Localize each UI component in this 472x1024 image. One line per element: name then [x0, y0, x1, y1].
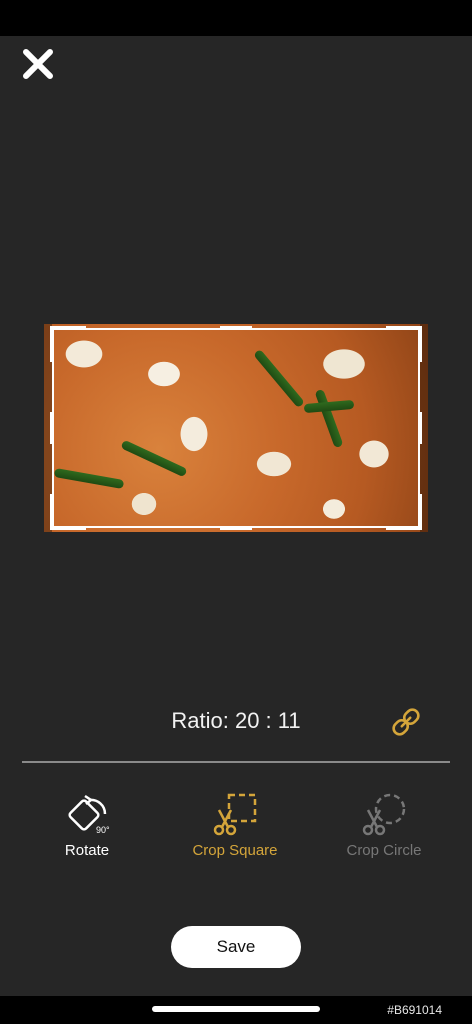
crop-circle-tool[interactable]: Crop Circle: [319, 792, 449, 859]
crop-handle-bottom[interactable]: [220, 526, 252, 530]
scissors-square-icon: [213, 793, 257, 836]
crop-handle-left[interactable]: [50, 412, 54, 444]
crop-stage: [44, 324, 428, 532]
crop-handle-bottom-right[interactable]: [386, 526, 422, 530]
crop-handle-top[interactable]: [220, 326, 252, 330]
rotate-badge: 90°: [96, 825, 110, 835]
crop-circle-label: Crop Circle: [346, 842, 422, 859]
crop-square-label: Crop Square: [192, 842, 278, 859]
lock-ratio-button[interactable]: [388, 704, 424, 740]
save-button[interactable]: Save: [171, 926, 301, 968]
close-icon: [23, 49, 53, 79]
crop-frame[interactable]: [52, 328, 420, 528]
crop-handle-top-left[interactable]: [50, 326, 86, 330]
crop-square-tool[interactable]: Crop Square: [170, 792, 300, 859]
scissors-circle-icon: [362, 793, 406, 836]
close-button[interactable]: [18, 44, 58, 84]
crop-handle-bottom-left[interactable]: [50, 526, 86, 530]
crop-handle-top-right[interactable]: [386, 326, 422, 330]
rotate-icon: 90°: [68, 794, 110, 835]
crop-handle-top-right-v[interactable]: [418, 326, 422, 362]
link-icon: [392, 708, 420, 736]
build-id: #B691014: [387, 1003, 442, 1017]
rotate-label: Rotate: [64, 842, 110, 859]
crop-handle-right[interactable]: [418, 412, 422, 444]
crop-handle-bottom-right-v[interactable]: [418, 494, 422, 530]
divider: [22, 761, 450, 763]
crop-handle-top-left-v[interactable]: [50, 326, 54, 362]
crop-handle-bottom-left-v[interactable]: [50, 494, 54, 530]
rotate-tool[interactable]: 90° Rotate: [22, 792, 152, 859]
status-bar: [0, 0, 472, 36]
home-indicator[interactable]: [152, 1006, 320, 1012]
